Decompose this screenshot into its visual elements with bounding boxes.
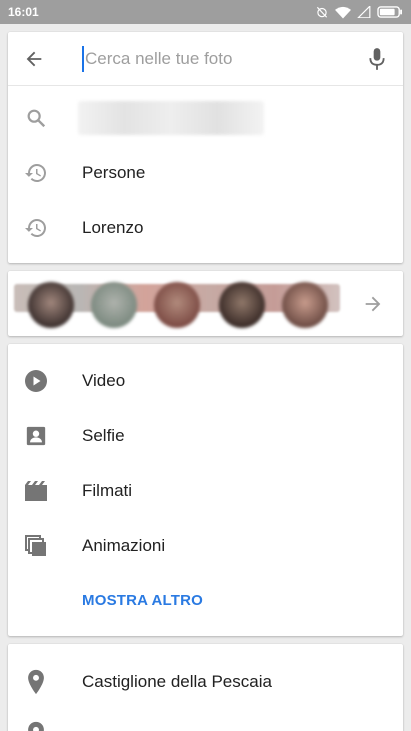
- status-time: 16:01: [8, 5, 39, 19]
- arrow-back-icon: [26, 51, 42, 67]
- place-pin-icon: [24, 669, 48, 695]
- suggestion-item[interactable]: Lorenzo: [8, 201, 403, 255]
- person-avatar[interactable]: [219, 282, 265, 328]
- category-item-filmati[interactable]: Filmati: [8, 464, 403, 518]
- history-icon: [24, 216, 48, 240]
- category-label: Video: [82, 371, 126, 390]
- person-avatar[interactable]: [91, 282, 137, 328]
- mic-icon: [369, 48, 385, 70]
- search-bar: [8, 32, 403, 86]
- redacted-text: [78, 101, 264, 135]
- category-label: Filmati: [82, 481, 133, 500]
- category-label: Animazioni: [82, 536, 166, 555]
- status-icons: [315, 5, 403, 19]
- show-more-button[interactable]: MOSTRA ALTRO: [82, 592, 203, 609]
- people-more-button[interactable]: [361, 292, 385, 316]
- wifi-icon: [335, 6, 351, 18]
- battery-icon: [377, 6, 402, 18]
- suggestion-item[interactable]: Persone: [8, 146, 403, 200]
- people-card: [8, 271, 403, 336]
- category-label: Selfie: [82, 426, 125, 445]
- category-item-video[interactable]: Video: [8, 354, 403, 408]
- search-card: Persone Lorenzo: [8, 32, 403, 263]
- place-label: Castiglione della Pescaia: [82, 672, 272, 691]
- person-avatar[interactable]: [154, 282, 200, 328]
- category-item-animazioni[interactable]: Animazioni: [8, 519, 403, 573]
- play-circle-icon: [24, 369, 48, 393]
- suggestion-label: Persone: [82, 163, 146, 182]
- categories-card: Video Selfie Filmati Animazioni MOSTRA A…: [8, 344, 403, 636]
- person-avatar[interactable]: [282, 282, 328, 328]
- voice-search-button[interactable]: [365, 45, 389, 73]
- signal-icon: [357, 6, 371, 18]
- person-avatar[interactable]: [28, 282, 74, 328]
- place-pin-icon: [24, 721, 48, 731]
- history-icon: [24, 161, 48, 185]
- back-button[interactable]: [20, 45, 48, 73]
- search-input[interactable]: [82, 46, 352, 72]
- portrait-icon: [24, 424, 48, 448]
- arrow-forward-icon: [365, 296, 381, 312]
- suggestion-blurred[interactable]: [8, 91, 403, 145]
- suggestion-label: Lorenzo: [82, 218, 144, 237]
- status-bar: 16:01: [0, 0, 411, 24]
- search-icon: [24, 106, 48, 130]
- alarm-off-icon: [316, 6, 328, 18]
- places-card: Castiglione della Pescaia: [8, 644, 403, 731]
- place-item[interactable]: Castiglione della Pescaia: [8, 655, 403, 709]
- movie-icon: [24, 479, 48, 503]
- layers-icon: [24, 534, 48, 558]
- category-item-selfie[interactable]: Selfie: [8, 409, 403, 463]
